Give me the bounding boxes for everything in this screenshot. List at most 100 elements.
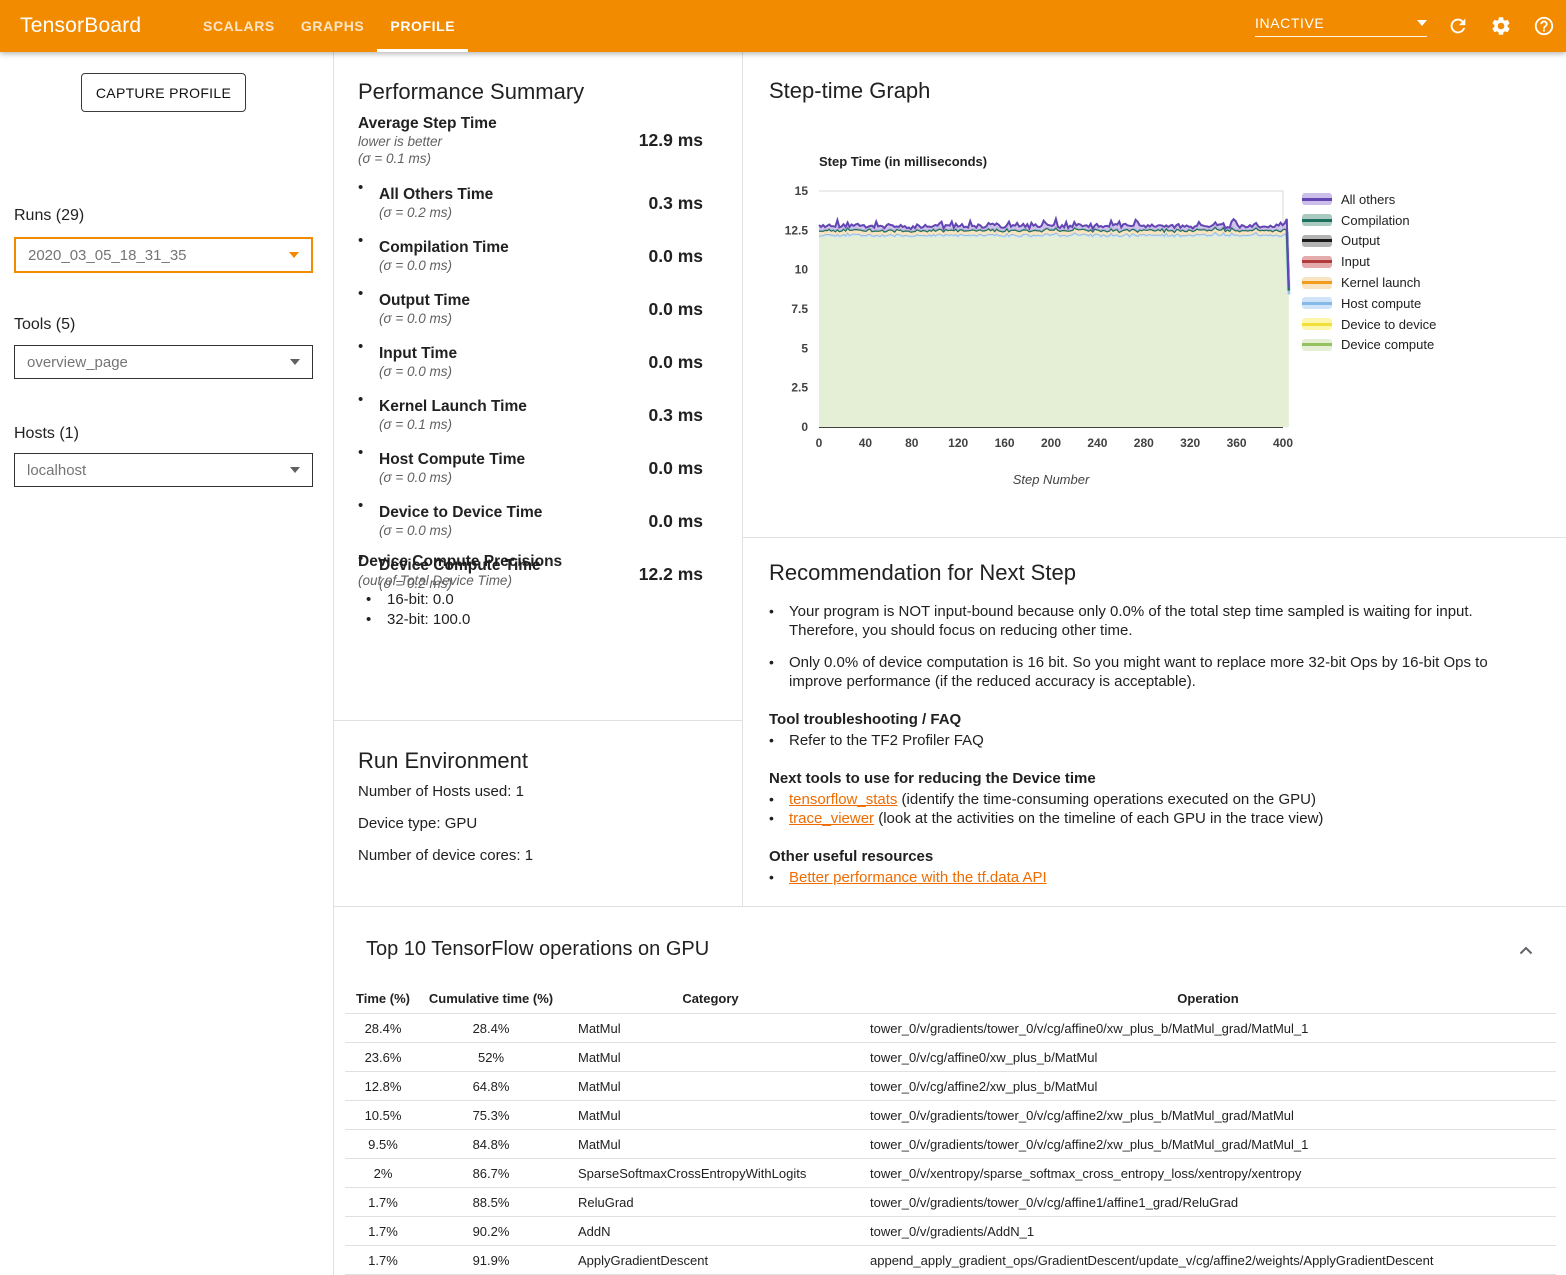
legend-item-device-compute: Device compute [1302,335,1436,356]
y-tick-label: 5 [801,341,808,355]
env-line: Number of device cores: 1 [358,847,533,864]
bullet-icon: • [358,390,379,409]
step-time-chart: Step Time (in milliseconds)02.557.51012.… [760,150,1566,500]
recommendation-group: Next tools to use for reducing the Devic… [769,769,1521,828]
category-cell: ApplyGradientDescent [561,1246,860,1275]
capture-profile-button[interactable]: CAPTURE PROFILE [81,73,246,112]
metric-value: 12.9 ms [639,130,703,151]
y-tick-label: 12.5 [785,223,809,237]
tab-profile[interactable]: PROFILE [377,0,468,52]
recommendation-section: Recommendation for Next Step •Your progr… [769,560,1521,887]
metric-sigma: (σ = 0.0 ms) [379,469,525,486]
table-row: 23.6%52%MatMultower_0/v/cg/affine0/xw_pl… [345,1043,1556,1072]
app-header: TensorBoard SCALARSGRAPHSPROFILE INACTIV… [0,0,1566,52]
legend-swatch [1302,339,1332,351]
legend-label: All others [1341,192,1395,207]
tab-scalars[interactable]: SCALARS [190,0,288,52]
legend-swatch [1302,256,1332,268]
chevron-down-icon [290,359,300,365]
chevron-up-icon [1514,939,1538,963]
reload-status-select[interactable]: INACTIVE [1255,15,1427,37]
legend-swatch [1302,235,1332,247]
category-cell: MatMul [561,1043,860,1072]
cumulative-cell: 28.4% [421,1014,561,1043]
metric-value: 0.0 ms [649,352,703,373]
link[interactable]: trace_viewer [789,810,874,827]
top-ops-table: Time (%)Cumulative time (%)CategoryOpera… [345,984,1556,1275]
time-cell: 10.5% [345,1101,421,1130]
metric-sigma: (σ = 0.1 ms) [358,150,497,167]
category-cell: MatMul [561,1072,860,1101]
column-header: Category [561,984,860,1014]
precisions-title: Device Compute Precisions [358,552,703,572]
device-compute-area [819,233,1289,427]
table-row: 9.5%84.8%MatMultower_0/v/gradients/tower… [345,1130,1556,1159]
bullet-icon: • [358,284,379,303]
chart-title: Step Time (in milliseconds) [819,154,987,169]
step-time-chart-svg: Step Time (in milliseconds)02.557.51012.… [760,150,1566,500]
env-line: Number of Hosts used: 1 [358,783,533,800]
time-cell: 2% [345,1159,421,1188]
top-ops-title: Top 10 TensorFlow operations on GPU [366,938,709,961]
app-title: TensorBoard [20,0,141,52]
tab-graphs[interactable]: GRAPHS [288,0,378,52]
legend-swatch [1302,318,1332,330]
chevron-down-icon [290,467,300,473]
metric-value: 0.0 ms [649,246,703,267]
table-row: 12.8%64.8%MatMultower_0/v/cg/affine2/xw_… [345,1072,1556,1101]
legend-item-output: Output [1302,231,1436,252]
precision-item: •32-bit: 100.0 [358,610,703,630]
env-line: Device type: GPU [358,815,533,832]
operation-cell: tower_0/v/gradients/tower_0/v/cg/affine2… [860,1130,1556,1159]
horizontal-divider [743,537,1566,538]
precision-item: •16-bit: 0.0 [358,590,703,610]
performance-summary-title: Performance Summary [358,79,584,105]
metric-sigma: (σ = 0.0 ms) [379,522,542,539]
collapse-panel-button[interactable] [1512,938,1540,966]
operation-cell: tower_0/v/xentropy/sparse_softmax_cross_… [860,1159,1556,1188]
table-row: 1.7%91.9%ApplyGradientDescentappend_appl… [345,1246,1556,1275]
group-item: •Refer to the TF2 Profiler FAQ [769,731,1521,750]
metric-average-step-time: Average Step Timelower is better(σ = 0.1… [358,115,703,165]
x-tick-label: 400 [1273,436,1293,450]
chevron-down-icon [1417,20,1427,26]
metric-label: Device to Device Time [379,503,542,522]
category-cell: SparseSoftmaxCrossEntropyWithLogits [561,1159,860,1188]
legend-label: Device compute [1341,337,1434,352]
operation-cell: tower_0/v/gradients/AddN_1 [860,1217,1556,1246]
metric-input-time: •Input Time(σ = 0.0 ms)0.0 ms [358,337,703,387]
tools-select[interactable]: overview_page [14,345,313,379]
link[interactable]: Better performance with the tf.data API [789,869,1047,886]
hosts-select[interactable]: localhost [14,453,313,487]
cumulative-cell: 86.7% [421,1159,561,1188]
runs-select-value: 2020_03_05_18_31_35 [28,247,187,264]
metric-label: Average Step Time [358,114,497,133]
time-cell: 1.7% [345,1217,421,1246]
recommendation-group: Other useful resources•Better performanc… [769,847,1521,887]
runs-select[interactable]: 2020_03_05_18_31_35 [14,237,313,273]
legend-item-compilation: Compilation [1302,210,1436,231]
legend-label: Host compute [1341,296,1421,311]
metric-label: All Others Time [379,185,493,204]
legend-swatch [1302,297,1332,309]
category-cell: MatMul [561,1130,860,1159]
legend-item-input: Input [1302,251,1436,272]
group-heading: Tool troubleshooting / FAQ [769,710,1521,729]
metric-output-time: •Output Time(σ = 0.0 ms)0.0 ms [358,284,703,334]
legend-item-host-compute: Host compute [1302,293,1436,314]
cumulative-cell: 88.5% [421,1188,561,1217]
metric-label: Host Compute Time [379,450,525,469]
x-tick-label: 320 [1180,436,1200,450]
table-row: 1.7%88.5%ReluGradtower_0/v/gradients/tow… [345,1188,1556,1217]
refresh-icon[interactable] [1446,14,1470,38]
link[interactable]: tensorflow_stats [789,791,897,808]
x-axis-label: Step Number [1013,472,1090,487]
y-tick-label: 10 [795,263,809,277]
cumulative-cell: 64.8% [421,1072,561,1101]
metric-value: 0.0 ms [649,458,703,479]
help-icon[interactable] [1532,14,1556,38]
time-cell: 9.5% [345,1130,421,1159]
group-item: •Better performance with the tf.data API [769,868,1521,887]
cumulative-cell: 90.2% [421,1217,561,1246]
settings-gear-icon[interactable] [1489,14,1513,38]
